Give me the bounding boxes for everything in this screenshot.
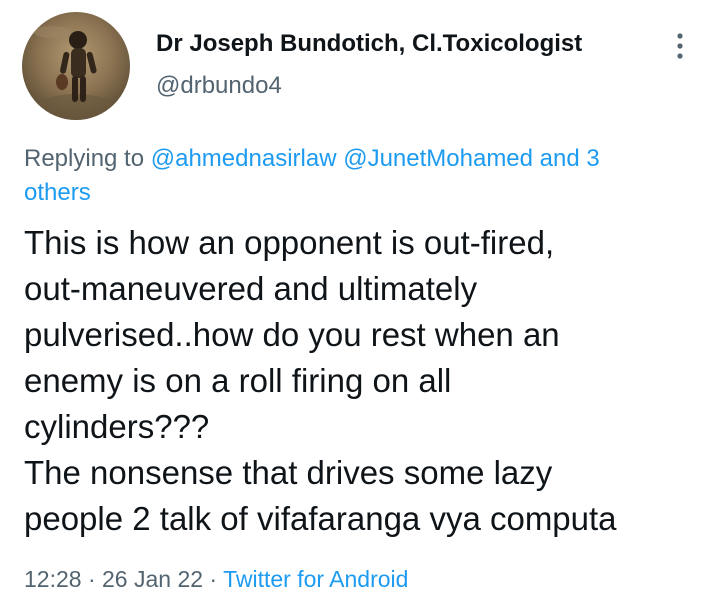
mention-junetmohamed[interactable]: @JunetMohamed [343,145,533,172]
mention-ahmednasirlaw[interactable]: @ahmednasirlaw [151,145,337,172]
others-link-part1[interactable]: and 3 [540,145,600,172]
replying-to: Replying to @ahmednasirlaw @JunetMohamed… [24,142,684,210]
author-name[interactable]: Dr Joseph Bundotich, Cl.Toxicologist [156,30,582,58]
tweet-line: This is how an opponent is out-fired, [24,224,555,261]
tweet-text: This is how an opponent is out-fired, ou… [24,220,714,542]
tweet-source-link[interactable]: Twitter for Android [223,566,408,592]
author-avatar[interactable] [22,12,130,120]
others-link-part2[interactable]: others [24,179,91,206]
tweet-date[interactable]: 26 Jan 22 [102,566,203,592]
profile-photo-avatar [34,26,116,120]
tweet-line: The nonsense that drives some lazy [24,454,553,491]
more-options-button[interactable] [664,26,696,66]
more-options-vertical-icon [677,33,683,59]
tweet-time[interactable]: 12:28 [24,566,82,592]
author-handle[interactable]: @drbundo4 [156,72,282,100]
tweet-line: cylinders??? [24,408,210,445]
tweet-line: out-maneuvered and ultimately [24,270,478,307]
meta-separator: · [81,566,103,592]
tweet-line: pulverised..how do you rest when an [24,316,560,353]
tweet-metadata: 12:28 · 26 Jan 22 · Twitter for Android [24,566,408,593]
tweet-line: enemy is on a roll firing on all [24,362,452,399]
tweet-card: Dr Joseph Bundotich, Cl.Toxicologist @dr… [0,0,720,616]
meta-separator: · [203,566,224,592]
tweet-line: people 2 talk of vifafaranga vya computa [24,500,617,537]
replying-prefix: Replying to [24,145,151,172]
